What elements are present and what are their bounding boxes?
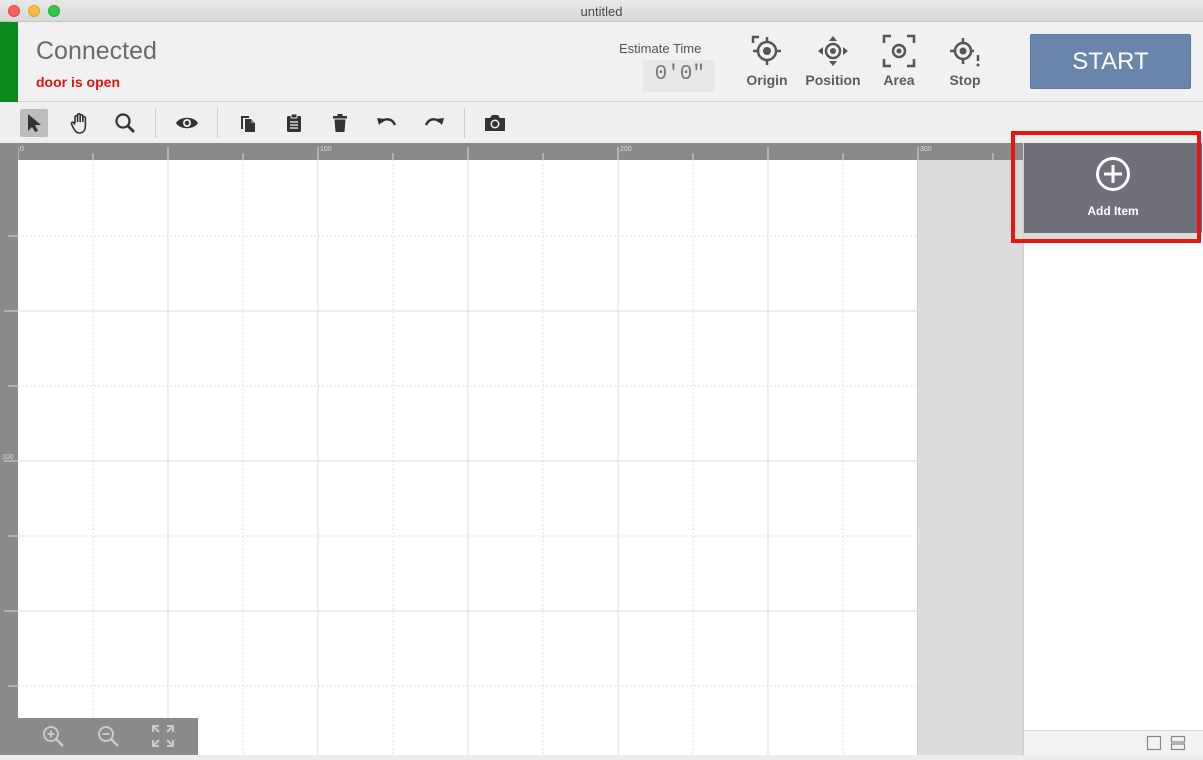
position-icon	[818, 36, 848, 66]
camera-button[interactable]	[481, 109, 509, 137]
zoom-out-icon	[98, 726, 119, 747]
highlight-box	[1011, 131, 1201, 243]
redo-icon	[424, 118, 444, 126]
position-button[interactable]: Position	[800, 34, 866, 92]
preview-button[interactable]	[173, 109, 201, 137]
toolbar-divider	[155, 108, 156, 138]
toolbar-divider	[217, 108, 218, 138]
redo-button[interactable]	[420, 109, 448, 137]
ruler-label: 0	[20, 146, 24, 153]
area-icon	[882, 34, 916, 68]
toolbar-divider	[464, 108, 465, 138]
vertical-ruler: 100	[0, 143, 18, 755]
zoom-in-icon	[43, 726, 64, 747]
zoom-out-button[interactable]	[95, 723, 121, 749]
ruler-label: 300	[920, 146, 932, 153]
stop-icon	[950, 38, 980, 67]
select-tool-button[interactable]	[20, 109, 48, 137]
stop-button[interactable]: Stop	[932, 34, 998, 92]
undo-icon	[377, 118, 397, 126]
position-label: Position	[805, 72, 861, 88]
single-view-icon[interactable]	[1146, 735, 1162, 751]
copy-icon	[241, 116, 255, 132]
work-canvas[interactable]	[18, 160, 918, 755]
split-view-icon[interactable]	[1170, 735, 1186, 751]
ruler-label: 100	[320, 146, 332, 153]
origin-icon	[751, 35, 781, 65]
zoom-controls	[18, 718, 198, 755]
copy-button[interactable]	[234, 109, 262, 137]
title-bar: untitled	[0, 0, 1203, 22]
origin-button[interactable]: Origin	[734, 34, 800, 92]
connection-indicator	[0, 22, 18, 102]
eye-preview-icon	[176, 117, 198, 129]
estimate-time-value: 0'0"	[643, 60, 715, 92]
magnifier-icon	[115, 113, 135, 133]
expand-arrows-icon	[152, 725, 174, 747]
paste-clipboard-icon	[287, 113, 301, 132]
ruler-label: 100	[2, 454, 14, 461]
connection-status: Connected	[36, 37, 157, 65]
machine-header: Connected door is open Estimate Time 0'0…	[0, 22, 1203, 102]
app-window: untitled Connected door is open Estimate…	[0, 0, 1203, 755]
fit-to-screen-button[interactable]	[150, 723, 176, 749]
panel-footer	[1024, 730, 1203, 755]
area-label: Area	[883, 72, 915, 88]
window-title: untitled	[580, 4, 623, 19]
hand-pan-icon	[70, 112, 87, 134]
area-button[interactable]: Area	[866, 34, 932, 92]
zoom-tool-button[interactable]	[111, 109, 139, 137]
ruler-label: 200	[620, 146, 632, 153]
pan-tool-button[interactable]	[66, 109, 94, 137]
select-pointer-icon	[28, 114, 41, 132]
paste-button[interactable]	[280, 109, 308, 137]
horizontal-ruler: 0 100 200 300	[0, 143, 1023, 160]
stop-label: Stop	[949, 72, 981, 88]
canvas-margin	[918, 160, 1023, 755]
camera-icon	[485, 115, 505, 131]
start-button[interactable]: START	[1030, 34, 1191, 89]
trash-icon	[333, 114, 347, 132]
delete-button[interactable]	[326, 109, 354, 137]
door-status: door is open	[36, 74, 120, 90]
undo-button[interactable]	[373, 109, 401, 137]
zoom-in-button[interactable]	[40, 723, 66, 749]
origin-label: Origin	[746, 72, 788, 88]
estimate-time-label: Estimate Time	[619, 41, 702, 56]
